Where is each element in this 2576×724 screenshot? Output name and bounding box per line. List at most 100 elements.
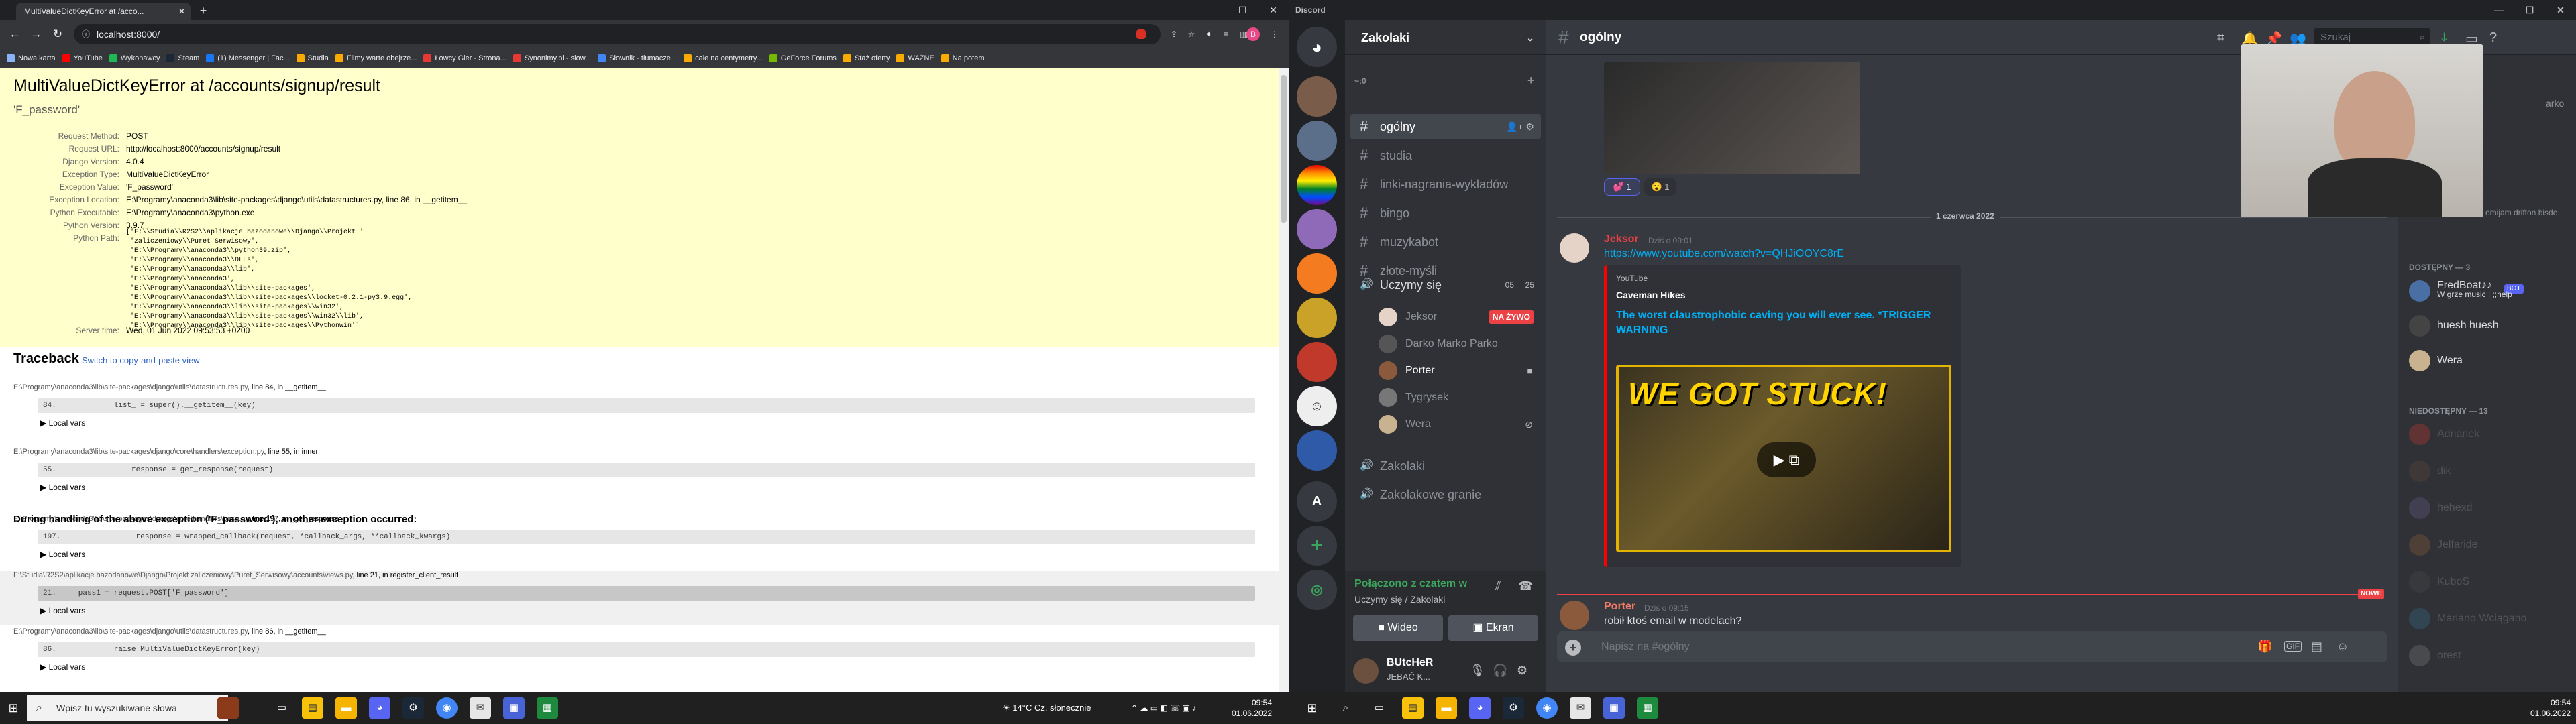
- server-icon[interactable]: [1297, 298, 1337, 338]
- record-extension-icon[interactable]: [1136, 29, 1146, 39]
- mail-taskbar-icon[interactable]: ✉: [1570, 697, 1591, 719]
- close-window-icon[interactable]: ✕: [2545, 0, 2576, 20]
- server-icon[interactable]: [1297, 430, 1337, 471]
- channel-3[interactable]: # bingo: [1350, 200, 1541, 226]
- bookmark-item[interactable]: Studia: [296, 48, 329, 68]
- local-vars-toggle[interactable]: ▶ Local vars: [40, 550, 85, 559]
- user-avatar[interactable]: [1353, 658, 1379, 684]
- member-item[interactable]: FredBoat♪♪ BOT W grze music | ;;help: [2404, 276, 2570, 306]
- address-bar[interactable]: ⓘ localhost:8000/: [74, 24, 1161, 44]
- voice-connected-channel[interactable]: Uczymy się / Zakolaki: [1354, 594, 1445, 605]
- close-tab-icon[interactable]: ✕: [178, 3, 185, 20]
- bookmark-item[interactable]: Na potem: [941, 48, 985, 68]
- menu-kebab-icon[interactable]: ⋮: [1268, 27, 1281, 41]
- member-item[interactable]: hehexd: [2404, 493, 2570, 523]
- member-item[interactable]: Wera: [2404, 346, 2570, 375]
- voice-user[interactable]: Jeksor NA ŻYWO: [1379, 306, 1540, 328]
- search-icon[interactable]: ⌕: [1335, 697, 1356, 719]
- task-view-icon[interactable]: ▭: [271, 697, 292, 719]
- explore-compass-icon[interactable]: ◎: [1297, 570, 1337, 610]
- new-tab-icon[interactable]: +: [195, 3, 212, 20]
- bookmark-item[interactable]: całe na centymetry...: [684, 48, 763, 68]
- bookmark-item[interactable]: Wykonawcy: [109, 48, 160, 68]
- message-author[interactable]: Jeksor: [1604, 233, 1639, 245]
- weather-widget[interactable]: ☀ 14°C Cz. słonecznie: [1002, 692, 1091, 724]
- sticky-notes-icon[interactable]: ▤: [1402, 697, 1424, 719]
- message-author[interactable]: Porter: [1604, 601, 1635, 613]
- taskbar-clock[interactable]: 09:54 01.06.2022: [2506, 697, 2571, 719]
- app-taskbar-icon[interactable]: ▣: [503, 697, 525, 719]
- local-vars-toggle[interactable]: ▶ Local vars: [40, 662, 85, 672]
- voice-user[interactable]: Porter ■: [1379, 359, 1540, 382]
- page-scrollbar[interactable]: [1279, 68, 1289, 692]
- server-icon[interactable]: [1297, 165, 1337, 205]
- embed-title[interactable]: The worst claustrophobic caving you will…: [1616, 308, 1951, 338]
- server-icon[interactable]: [1297, 121, 1337, 161]
- help-icon[interactable]: ?: [2489, 30, 2497, 46]
- extensions-icon[interactable]: ✦: [1202, 27, 1216, 41]
- pycharm-taskbar-icon[interactable]: ▦: [537, 697, 558, 719]
- play-icon[interactable]: ▶ ⧉: [1757, 442, 1816, 477]
- member-item[interactable]: KuboS: [2404, 567, 2570, 597]
- settings-gear-icon[interactable]: ⚙: [1517, 664, 1527, 678]
- task-view-icon[interactable]: ▭: [1368, 697, 1390, 719]
- voice-channel[interactable]: 🔊 Zakolakowe granie: [1350, 482, 1541, 507]
- chrome-taskbar-icon[interactable]: ◉: [1536, 697, 1558, 719]
- windows-start-icon[interactable]: ⊞: [3, 697, 24, 719]
- channel-4[interactable]: # muzykabot: [1350, 229, 1541, 255]
- reaction-button[interactable]: 💕 1: [1604, 178, 1640, 196]
- server-icon[interactable]: [1297, 76, 1337, 117]
- previous-attachment-image[interactable]: [1604, 62, 1860, 174]
- invite-settings-icon[interactable]: 👤+ ⚙: [1506, 114, 1534, 139]
- bookmark-item[interactable]: Steam: [166, 48, 199, 68]
- avatar[interactable]: [1560, 233, 1589, 263]
- channel-1[interactable]: # studia: [1350, 143, 1541, 168]
- steam-taskbar-icon[interactable]: ⚙: [402, 697, 424, 719]
- bookmark-item[interactable]: Staż oferty: [843, 48, 890, 68]
- file-explorer-icon[interactable]: ▬: [335, 697, 357, 719]
- chrome-taskbar-icon[interactable]: ◉: [436, 697, 458, 719]
- news-widget-icon[interactable]: [217, 697, 239, 719]
- bookmark-item[interactable]: (1) Messenger | Fac...: [206, 48, 290, 68]
- video-thumbnail[interactable]: WE GOT STUCK! ▶ ⧉: [1616, 365, 1951, 552]
- video-button[interactable]: ■ Wideo: [1353, 615, 1443, 641]
- minimize-icon[interactable]: —: [2483, 0, 2514, 20]
- steam-taskbar-icon[interactable]: ⚙: [1503, 697, 1524, 719]
- voice-user[interactable]: Tygrysek: [1379, 386, 1540, 409]
- mail-taskbar-icon[interactable]: ✉: [470, 697, 491, 719]
- member-item[interactable]: huesh huesh: [2404, 311, 2570, 341]
- profile-avatar[interactable]: B: [1246, 27, 1260, 41]
- frame-code-line[interactable]: 197. response = wrapped_callback(request…: [38, 530, 1255, 544]
- message-composer[interactable]: + Napisz na #ogólny 🎁 GIF ▤ ☺: [1557, 631, 2387, 662]
- microphone-icon[interactable]: 🎙: [1470, 664, 1485, 678]
- member-item[interactable]: orest: [2404, 641, 2570, 670]
- reaction-button[interactable]: 😮 1: [1644, 178, 1676, 196]
- sticker-icon[interactable]: ▤: [2311, 640, 2322, 654]
- tray-icons[interactable]: ⌃ ☁ ▭ ◧ ☏ ▣ ♪: [1131, 692, 1196, 724]
- embed-author[interactable]: Caveman Hikes: [1616, 290, 1686, 300]
- frame-code-line[interactable]: 55. response = get_response(request): [38, 463, 1255, 477]
- windows-start-icon[interactable]: ⊞: [1301, 697, 1323, 719]
- download-icon[interactable]: ⤓: [2441, 30, 2447, 46]
- voice-user[interactable]: Wera ⊘: [1379, 413, 1540, 436]
- voice-channel[interactable]: 🔊 Zakolaki: [1350, 453, 1541, 479]
- noise-suppression-icon[interactable]: ⫽: [1495, 579, 1501, 593]
- discord-home-icon[interactable]: ◕: [1297, 27, 1337, 67]
- voice-connected-status[interactable]: Połączono z czatem w: [1354, 578, 1467, 590]
- copy-paste-view-link[interactable]: Switch to copy-and-paste view: [82, 355, 200, 365]
- threads-icon[interactable]: ⌗: [2217, 30, 2224, 46]
- info-icon[interactable]: ⓘ: [82, 24, 90, 44]
- message-link[interactable]: https://www.youtube.com/watch?v=QHJiOOYC…: [1604, 248, 1844, 260]
- taskbar-clock[interactable]: 09:54 01.06.2022: [1208, 697, 1272, 719]
- server-icon[interactable]: A: [1297, 481, 1337, 522]
- frame-code-line[interactable]: 21. pass1 = request.POST['F_password']: [38, 586, 1255, 601]
- app-taskbar-icon[interactable]: ▣: [1603, 697, 1625, 719]
- headphones-icon[interactable]: 🎧: [1493, 664, 1507, 678]
- member-item[interactable]: Adrianek: [2404, 420, 2570, 449]
- server-icon[interactable]: [1297, 209, 1337, 249]
- channel-0[interactable]: # ogólny 👤+ ⚙: [1350, 114, 1541, 139]
- maximize-icon[interactable]: ☐: [1227, 0, 1258, 20]
- sticky-notes-icon[interactable]: ▤: [302, 697, 323, 719]
- server-icon[interactable]: ☺: [1297, 386, 1337, 426]
- bookmark-item[interactable]: GeForce Forums: [769, 48, 837, 68]
